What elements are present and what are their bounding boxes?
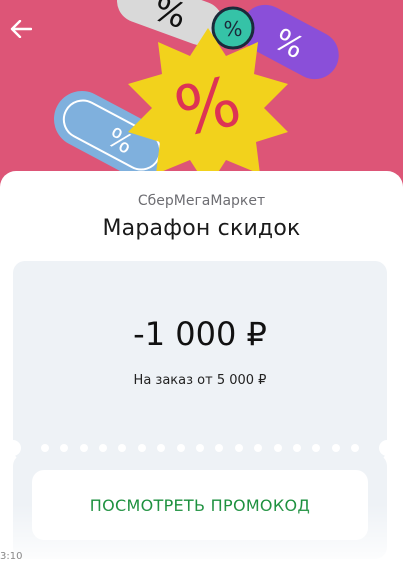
perforation-dots	[21, 444, 379, 452]
perforation-dot	[292, 444, 301, 452]
perforation-dot	[79, 444, 88, 452]
perforation-dot	[176, 444, 185, 452]
perforation-dot	[195, 444, 204, 452]
hero-banner: % % % % %	[0, 0, 403, 200]
perforation-dot	[118, 444, 127, 452]
back-button[interactable]	[10, 20, 44, 54]
promo-title: Марафон скидок	[102, 216, 301, 241]
svg-text:%: %	[223, 17, 242, 41]
discount-amount: -1 000 ₽	[133, 315, 267, 353]
perforation-dot	[40, 444, 49, 452]
perforation-dot	[234, 444, 243, 452]
perforation-notch-right	[379, 440, 395, 456]
perforation-dot	[331, 444, 340, 452]
perforation-dot	[215, 444, 224, 452]
perforation-dot	[98, 444, 107, 452]
coupon-perforation	[5, 440, 395, 456]
perforation-dot	[312, 444, 321, 452]
perforation-dot	[157, 444, 166, 452]
discount-illustration: % % % % %	[53, 0, 339, 188]
order-condition: На заказ от 5 000 ₽	[133, 373, 267, 388]
brand-name: СберМегаМаркет	[137, 193, 266, 209]
promo-sheet: СберМегаМаркет Марафон скидок -1 000 ₽ Н…	[0, 171, 403, 571]
arrow-left-icon	[10, 20, 32, 38]
perforation-dot	[137, 444, 146, 452]
perforation-dot	[254, 444, 263, 452]
show-promocode-button[interactable]: ПОСМОТРЕТЬ ПРОМОКОД	[32, 470, 368, 540]
perforation-dot	[60, 444, 69, 452]
coupon-stub: ПОСМОТРЕТЬ ПРОМОКОД	[13, 454, 387, 559]
perforation-dot	[351, 444, 360, 452]
perforation-notch-left	[5, 440, 21, 456]
status-time: 3:10	[0, 551, 23, 562]
coupon-card: -1 000 ₽ На заказ от 5 000 ₽	[13, 261, 387, 461]
perforation-dot	[273, 444, 282, 452]
